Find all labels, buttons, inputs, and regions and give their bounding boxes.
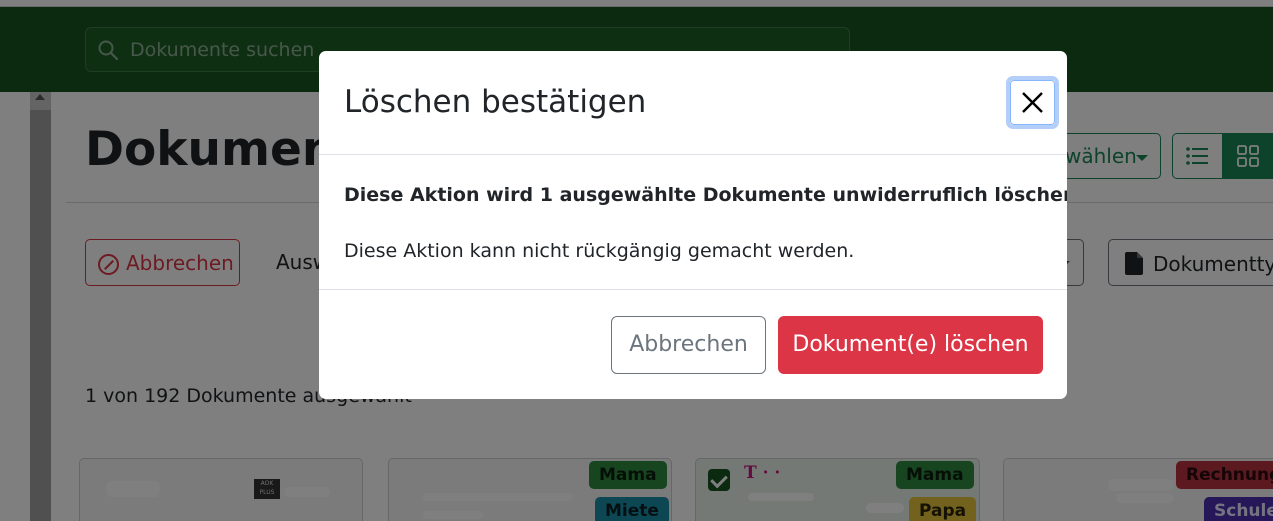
dialog-title: Löschen bestätigen (344, 84, 647, 120)
close-button[interactable] (1006, 76, 1059, 129)
dialog-cancel-button[interactable]: Abbrechen (611, 316, 766, 374)
dialog-warning-text: Diese Aktion wird 1 ausgewählte Dokument… (344, 184, 1067, 206)
close-icon (1022, 92, 1043, 113)
dialog-info-text: Diese Aktion kann nicht rückgängig gemac… (344, 240, 855, 262)
dialog-body: Diese Aktion wird 1 ausgewählte Dokument… (319, 156, 1067, 290)
delete-confirm-dialog: Löschen bestätigen Diese Aktion wird 1 a… (319, 51, 1067, 399)
delete-documents-button[interactable]: Dokument(e) löschen (778, 316, 1043, 374)
dialog-header: Löschen bestätigen (319, 51, 1067, 155)
